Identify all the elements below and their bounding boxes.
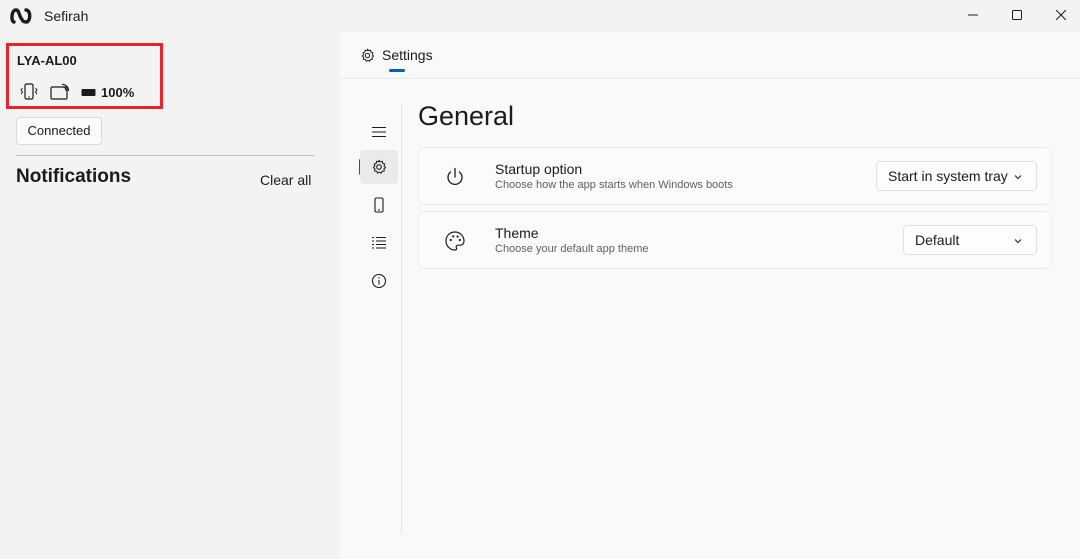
- settings-pane: Settings General Startup option Choose h…: [340, 32, 1080, 559]
- startup-option-title: Startup option: [495, 161, 583, 177]
- sefirah-logo-icon: [10, 8, 32, 24]
- chevron-down-icon: [1014, 239, 1022, 244]
- battery-level: 100%: [101, 84, 135, 100]
- tab-settings-label: Settings: [382, 47, 433, 63]
- nav-item-list[interactable]: [360, 226, 398, 260]
- startup-option-card: Startup option Choose how the app starts…: [418, 147, 1052, 205]
- close-button[interactable]: [1038, 0, 1080, 30]
- device-pane: LYA-AL00 100% Connected Notifications Cl…: [0, 32, 340, 559]
- theme-card: Theme Choose your default app theme Defa…: [418, 211, 1052, 269]
- minimize-icon: [968, 14, 978, 16]
- tab-selected-indicator: [389, 69, 405, 72]
- theme-description: Choose your default app theme: [495, 243, 649, 255]
- theme-dropdown[interactable]: Default: [903, 225, 1037, 255]
- cast-screen-icon[interactable]: [49, 82, 71, 102]
- info-icon: [371, 273, 387, 289]
- divider: [16, 155, 314, 156]
- list-icon: [372, 236, 386, 249]
- phone-icon: [374, 197, 384, 213]
- maximize-icon: [1012, 10, 1022, 20]
- startup-option-dropdown[interactable]: Start in system tray: [876, 161, 1037, 191]
- gear-icon: [361, 48, 375, 62]
- startup-option-value: Start in system tray: [888, 168, 1008, 184]
- device-info-card: LYA-AL00 100%: [6, 43, 163, 109]
- notifications-heading: Notifications: [16, 166, 132, 187]
- device-name: LYA-AL00: [17, 53, 77, 68]
- device-status-row: 100%: [19, 82, 134, 102]
- nav-item-about[interactable]: [360, 264, 398, 298]
- title-bar: Sefirah: [0, 0, 1080, 32]
- palette-icon: [445, 231, 465, 251]
- nav-divider: [401, 104, 402, 534]
- nav-item-settings[interactable]: [360, 150, 398, 184]
- close-icon: [1056, 10, 1066, 20]
- minimize-button[interactable]: [950, 0, 996, 30]
- startup-option-description: Choose how the app starts when Windows b…: [495, 179, 733, 191]
- tab-settings[interactable]: Settings: [360, 47, 433, 63]
- nav-menu-button[interactable]: [360, 115, 398, 149]
- nav-rail: [340, 79, 402, 559]
- nav-item-device[interactable]: [360, 188, 398, 222]
- theme-value: Default: [915, 232, 960, 248]
- header-divider: [340, 78, 1080, 79]
- page-title: General: [418, 101, 515, 131]
- maximize-button[interactable]: [994, 0, 1040, 30]
- phone-vibrate-icon[interactable]: [19, 82, 39, 102]
- battery-icon: [81, 87, 97, 97]
- clear-all-button[interactable]: Clear all: [260, 172, 311, 188]
- theme-title: Theme: [495, 225, 539, 241]
- power-icon: [447, 167, 463, 186]
- chevron-down-icon: [1014, 175, 1022, 180]
- app-title: Sefirah: [44, 8, 89, 24]
- connection-status-button[interactable]: Connected: [16, 117, 102, 145]
- gear-icon: [372, 159, 387, 174]
- menu-icon: [372, 126, 386, 138]
